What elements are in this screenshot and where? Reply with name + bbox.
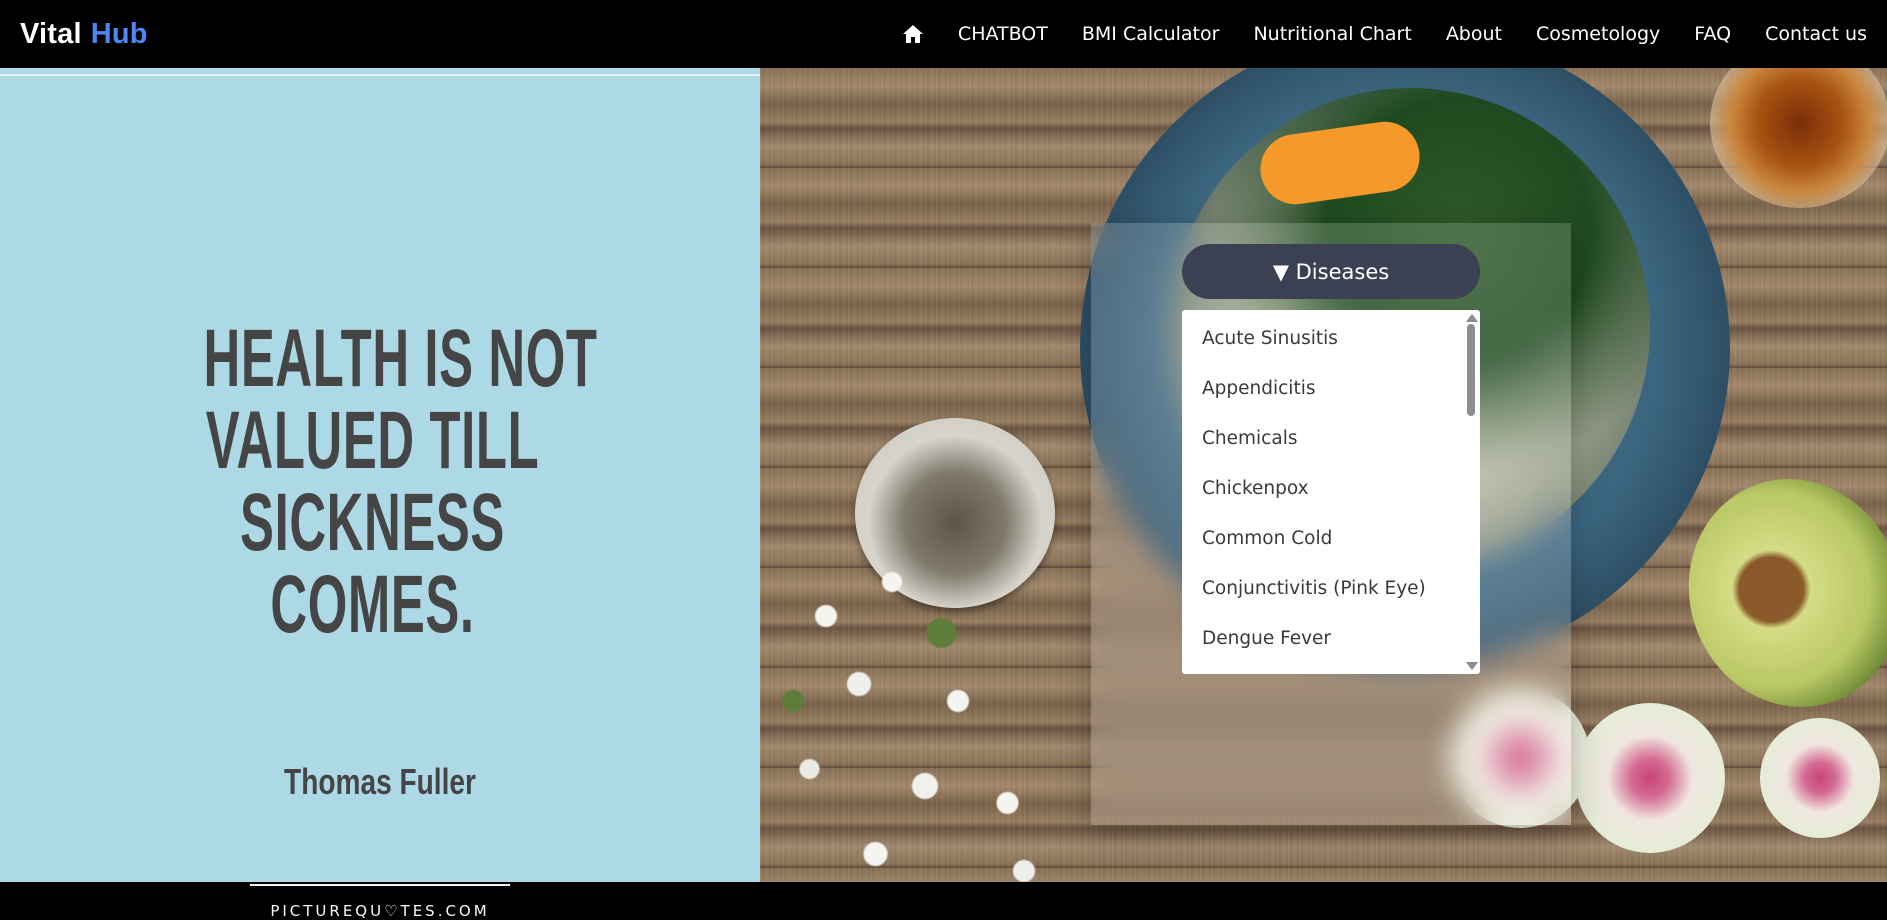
brand-name-accent: Hub — [90, 17, 148, 50]
quote-line: HEALTH IS NOT — [203, 313, 598, 404]
diseases-dropdown-menu: Acute Sinusitis Appendicitis Chemicals C… — [1182, 310, 1480, 674]
quote-image: HEALTH IS NOT VALUED TILL SICKNESS COMES… — [0, 68, 760, 920]
home-icon — [902, 25, 923, 43]
disease-item[interactable]: Acute Sinusitis — [1182, 310, 1462, 360]
disease-item[interactable]: Appendicitis — [1182, 360, 1462, 410]
watermark: PICTUREQU♡TES.COM — [270, 902, 490, 920]
diseases-list: Acute Sinusitis Appendicitis Chemicals C… — [1182, 310, 1462, 660]
nav-link-nutritional-chart[interactable]: Nutritional Chart — [1236, 23, 1428, 45]
quote-text: HEALTH IS NOT VALUED TILL SICKNESS COMES… — [203, 313, 598, 650]
brand-name: Vital — [20, 17, 82, 50]
disease-item[interactable]: Common Cold — [1182, 510, 1462, 560]
quote-line: SICKNESS — [240, 477, 505, 568]
quote-line: COMES. — [270, 559, 475, 650]
nav-link-chatbot[interactable]: CHATBOT — [941, 23, 1065, 45]
quote-line: VALUED TILL — [205, 395, 540, 486]
scrollbar-thumb[interactable] — [1467, 324, 1475, 416]
nav-link-about[interactable]: About — [1429, 23, 1519, 45]
dropdown-scrollbar[interactable] — [1463, 310, 1480, 674]
nav-link-contact-us[interactable]: Contact us — [1748, 23, 1867, 45]
nav-link-bmi-calculator[interactable]: BMI Calculator — [1065, 23, 1237, 45]
nav-link-faq[interactable]: FAQ — [1677, 23, 1748, 45]
disease-item[interactable]: Chemicals — [1182, 410, 1462, 460]
flower-branch — [760, 548, 1090, 882]
quote-author: Thomas Fuller — [284, 761, 476, 802]
scroll-up-arrow-icon[interactable] — [1466, 314, 1478, 322]
nav-links: CHATBOT BMI Calculator Nutritional Chart… — [902, 23, 1867, 45]
radish-slice — [1760, 718, 1880, 838]
scroll-down-arrow-icon[interactable] — [1466, 662, 1478, 670]
disease-item[interactable]: Chickenpox — [1182, 460, 1462, 510]
nav-home-link[interactable] — [902, 24, 941, 44]
disease-item[interactable]: Conjunctivitis (Pink Eye) — [1182, 560, 1462, 610]
nav-link-cosmetology[interactable]: Cosmetology — [1519, 23, 1677, 45]
author-divider — [250, 884, 510, 886]
disease-item[interactable]: Dengue Fever — [1182, 610, 1462, 660]
diseases-dropdown-toggle[interactable]: ▼ Diseases — [1182, 244, 1480, 299]
radish-slice — [1575, 703, 1725, 853]
divider — [0, 74, 760, 76]
brand-logo[interactable]: Vital Hub — [20, 18, 148, 51]
navbar: Vital Hub CHATBOT BMI Calculator Nutriti… — [0, 0, 1887, 68]
